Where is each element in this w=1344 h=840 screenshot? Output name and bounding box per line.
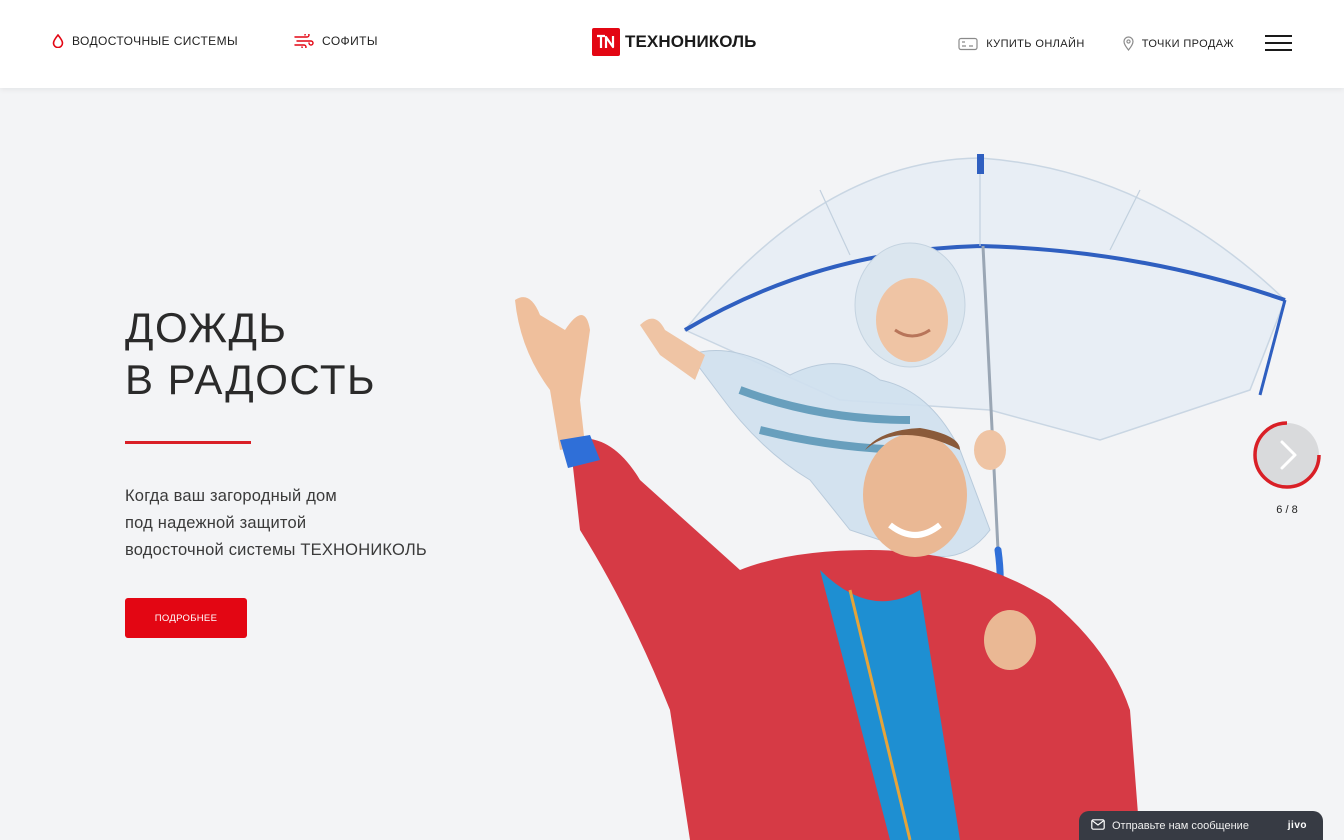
chat-brand-logo: jivo: [1287, 820, 1307, 831]
slider-next-button[interactable]: [1252, 420, 1322, 490]
chat-widget-label: Отправьте нам сообщение: [1112, 819, 1249, 832]
secondary-nav: КУПИТЬ ОНЛАЙН ТОЧКИ ПРОДАЖ: [958, 36, 1234, 51]
hero-subtitle-line: под надежной защитой: [125, 514, 307, 532]
drop-icon: [52, 34, 64, 48]
nav-link-label: СОФИТЫ: [322, 34, 378, 48]
primary-nav: ВОДОСТОЧНЫЕ СИСТЕМЫ СОФИТЫ: [52, 34, 378, 48]
hero-title-line: В РАДОСТЬ: [125, 356, 377, 403]
hero-subtitle: Когда ваш загородный дом под надежной за…: [125, 483, 427, 564]
location-pin-icon: [1123, 36, 1134, 51]
hero-subtitle-line: водосточной системы ТЕХНОНИКОЛЬ: [125, 541, 427, 559]
wind-icon: [294, 34, 314, 48]
nav-link-label: ВОДОСТОЧНЫЕ СИСТЕМЫ: [72, 34, 239, 48]
nav-link-soffits[interactable]: СОФИТЫ: [294, 34, 378, 48]
more-button[interactable]: ПОДРОБНЕЕ: [125, 598, 247, 638]
site-header: ВОДОСТОЧНЫЕ СИСТЕМЫ СОФИТЫ ТЕХНОНИКОЛЬ К…: [0, 0, 1344, 88]
nav-link-buy-online[interactable]: КУПИТЬ ОНЛАЙН: [958, 37, 1084, 51]
hero-title-line: ДОЖДЬ: [125, 304, 288, 351]
hamburger-icon[interactable]: [1265, 35, 1292, 53]
cart-icon: [958, 37, 978, 51]
logo[interactable]: ТЕХНОНИКОЛЬ: [592, 28, 756, 56]
nav-link-label: КУПИТЬ ОНЛАЙН: [986, 37, 1085, 50]
chevron-right-icon: [1253, 421, 1321, 489]
nav-link-gutter-systems[interactable]: ВОДОСТОЧНЫЕ СИСТЕМЫ: [52, 34, 238, 48]
hero-subtitle-line: Когда ваш загородный дом: [125, 487, 337, 505]
logo-text: ТЕХНОНИКОЛЬ: [625, 32, 757, 51]
hero-illustration: [515, 154, 1287, 840]
hero-divider: [125, 441, 251, 444]
nav-link-sales-points[interactable]: ТОЧКИ ПРОДАЖ: [1123, 36, 1234, 51]
nav-link-label: ТОЧКИ ПРОДАЖ: [1141, 37, 1234, 50]
envelope-icon: [1091, 817, 1105, 835]
logo-mark-icon: [592, 28, 620, 56]
slide-counter: 6 / 8: [1276, 504, 1298, 516]
hero-title: ДОЖДЬ В РАДОСТЬ: [125, 302, 376, 406]
chat-widget-button[interactable]: Отправьте нам сообщение jivo: [1079, 811, 1323, 840]
